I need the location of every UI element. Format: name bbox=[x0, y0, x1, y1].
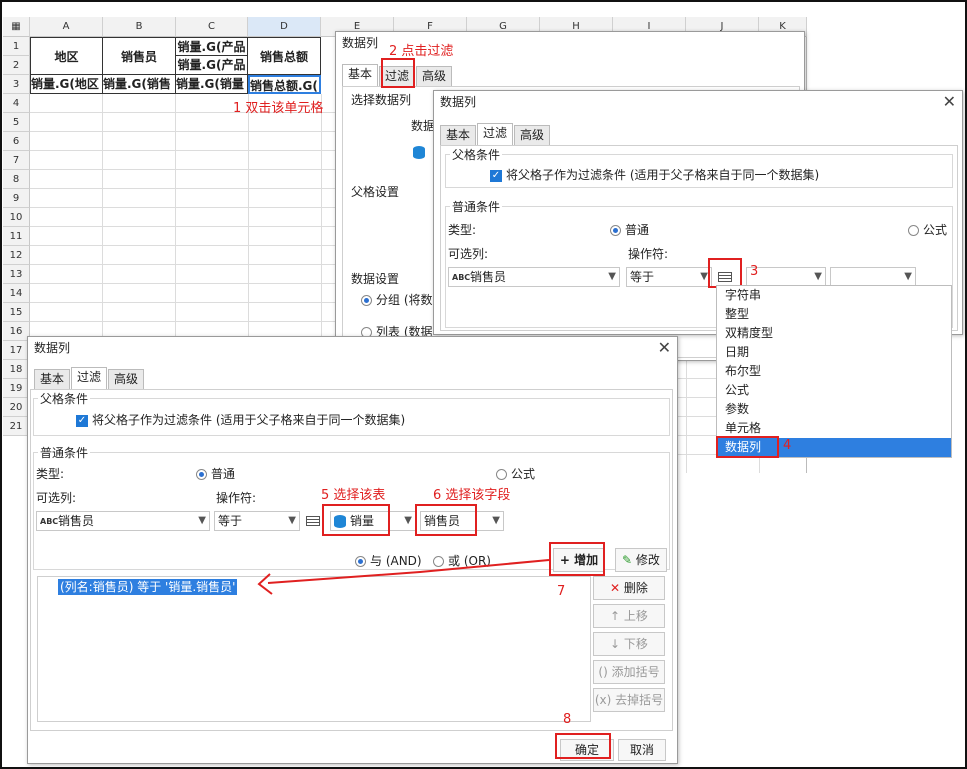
annotation-arrow bbox=[257, 559, 550, 595]
arrow-head bbox=[257, 573, 273, 595]
arrow-line bbox=[267, 559, 550, 584]
